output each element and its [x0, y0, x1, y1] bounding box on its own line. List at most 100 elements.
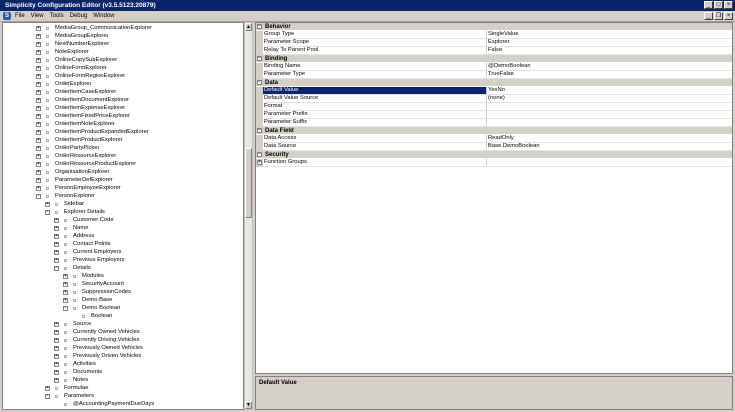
tree-item[interactable]: + OrderItemProductExpandedExplorer [36, 128, 149, 136]
expand-icon[interactable]: + [36, 97, 41, 103]
expand-icon[interactable]: + [45, 201, 50, 207]
collapse-icon[interactable]: − [257, 56, 262, 61]
menu-debug[interactable]: Debug [70, 12, 88, 20]
tree-item[interactable]: + OnlineFormExplorer [36, 64, 107, 72]
collapse-icon[interactable]: - [45, 393, 50, 399]
expand-icon[interactable]: + [54, 249, 59, 255]
tree-item[interactable]: + OrderItemNoteExplorer [36, 120, 115, 128]
tree-item[interactable]: + OnlineCopySubExplorer [36, 56, 117, 64]
expand-icon[interactable]: + [36, 65, 41, 71]
expand-icon[interactable]: + [36, 145, 41, 151]
expand-icon[interactable]: + [36, 129, 41, 135]
tree-item[interactable]: + OrderItemCaseExplorer [36, 88, 116, 96]
tree-item[interactable]: + OrderItemDocumentExplorer [36, 96, 129, 104]
expand-icon[interactable]: + [36, 113, 41, 119]
tree-item[interactable]: + OrderResourceProductExplorer [36, 160, 136, 168]
property-row[interactable]: + Function Groups [256, 159, 732, 167]
mdi-restore-button[interactable]: ❐ [714, 12, 723, 20]
expand-icon[interactable]: + [54, 345, 59, 351]
property-value[interactable]: SingleValue [486, 31, 732, 39]
tree-item[interactable]: + NextNumberExplorer [36, 40, 109, 48]
tree-item[interactable]: + Previous Employers [54, 256, 125, 264]
expand-icon[interactable]: + [36, 81, 41, 87]
tree-item[interactable]: + Modules [63, 272, 104, 280]
property-category[interactable]: − Security [256, 151, 732, 158]
tree-scrollbar[interactable]: ▲ ▼ [244, 22, 253, 410]
tree-item[interactable]: + ParameterDefExplorer [36, 176, 113, 184]
property-row[interactable]: Default Value YesNo [256, 87, 732, 95]
menu-tools[interactable]: Tools [50, 12, 64, 20]
tree-item[interactable]: - Parameters [45, 392, 94, 400]
property-row[interactable]: Relay To Parent Pool False [256, 47, 732, 55]
property-row[interactable]: Format [256, 103, 732, 111]
tree-item[interactable]: + MediaGroup_CommunicationExplorer [36, 24, 152, 32]
expand-icon[interactable]: + [36, 169, 41, 175]
close-button[interactable]: × [724, 1, 733, 9]
tree-item[interactable]: - Details [54, 264, 91, 272]
expand-icon[interactable]: + [63, 273, 68, 279]
tree-item[interactable]: + Demo Base [63, 296, 112, 304]
collapse-icon[interactable]: − [257, 128, 262, 133]
tree-item[interactable]: - PersonExplorer [36, 192, 95, 200]
property-value[interactable] [486, 159, 732, 167]
expand-icon[interactable]: + [36, 105, 41, 111]
property-category[interactable]: − Data [256, 79, 732, 86]
tree-item[interactable]: + OrderPartyPicker [36, 144, 99, 152]
collapse-icon[interactable]: - [45, 209, 50, 215]
tree-item[interactable]: + Contact Points [54, 240, 111, 248]
tree-item[interactable]: + Sidebar [45, 200, 84, 208]
maximize-button[interactable]: □ [714, 1, 723, 9]
tree-item[interactable]: + OrderItemFixedPriceExplorer [36, 112, 130, 120]
property-value[interactable]: @DemoBoolean [486, 63, 732, 71]
tree-item[interactable]: - Demo Boolean [63, 304, 120, 312]
property-category[interactable]: − Behavior [256, 23, 732, 30]
minimize-button[interactable]: _ [704, 1, 713, 9]
explorer-tree[interactable]: + MediaGroup_CommunicationExplorer + MediaG… [2, 22, 244, 410]
mdi-close-button[interactable]: × [724, 12, 733, 20]
property-row[interactable]: Parameter Suffix [256, 119, 732, 127]
expand-icon[interactable]: + [36, 89, 41, 95]
property-value[interactable]: Base.DemoBoolean [486, 143, 732, 151]
expand-icon[interactable]: + [54, 233, 59, 239]
expand-icon[interactable]: + [36, 185, 41, 191]
expand-icon[interactable]: + [36, 33, 41, 39]
expand-icon[interactable]: + [54, 329, 59, 335]
tree-item[interactable]: - Explorer Details [45, 208, 105, 216]
scroll-thumb[interactable] [245, 148, 252, 218]
tree-item[interactable]: + Address [54, 232, 94, 240]
menu-file[interactable]: File [15, 12, 25, 20]
expand-icon[interactable]: + [36, 137, 41, 143]
expand-icon[interactable]: + [54, 337, 59, 343]
property-row[interactable]: Parameter Prefix [256, 111, 732, 119]
expand-icon[interactable]: + [54, 241, 59, 247]
property-value[interactable]: TrueFalse [486, 71, 732, 79]
expand-icon[interactable]: + [36, 73, 41, 79]
tree-item[interactable]: + Name [54, 224, 88, 232]
expand-icon[interactable]: + [36, 57, 41, 63]
tree-item[interactable]: + Current Employers [54, 248, 121, 256]
tree-item[interactable]: + SecurityAccount [63, 280, 124, 288]
expand-icon[interactable]: + [36, 161, 41, 167]
expand-icon[interactable]: + [54, 217, 59, 223]
expand-icon[interactable]: + [45, 385, 50, 391]
expand-icon[interactable]: + [36, 153, 41, 159]
property-row[interactable]: Parameter Type TrueFalse [256, 71, 732, 79]
expand-icon[interactable]: + [63, 281, 68, 287]
expand-icon[interactable]: + [54, 377, 59, 383]
tree-item[interactable]: + NoteExplorer [36, 48, 89, 56]
expand-icon[interactable]: + [257, 160, 262, 165]
property-row[interactable]: Parameter Scope Explorer [256, 39, 732, 47]
tree-item[interactable]: + Currently Owned Vehicles [54, 328, 140, 336]
property-row[interactable]: Group Type SingleValue [256, 31, 732, 39]
mdi-minimize-button[interactable]: _ [704, 12, 713, 20]
tree-item[interactable]: + Previously Owned Vehicles [54, 344, 143, 352]
property-value[interactable] [486, 111, 732, 119]
expand-icon[interactable]: + [36, 121, 41, 127]
tree-item[interactable]: + Documents [54, 368, 102, 376]
property-row[interactable]: Binding Name @DemoBoolean [256, 63, 732, 71]
tree-item[interactable]: + Activities [54, 360, 96, 368]
expand-icon[interactable]: + [36, 25, 41, 31]
scroll-down-arrow-icon[interactable]: ▼ [245, 401, 252, 409]
property-value[interactable] [486, 119, 732, 127]
tree-item[interactable]: + SuppressionCodes [63, 288, 131, 296]
